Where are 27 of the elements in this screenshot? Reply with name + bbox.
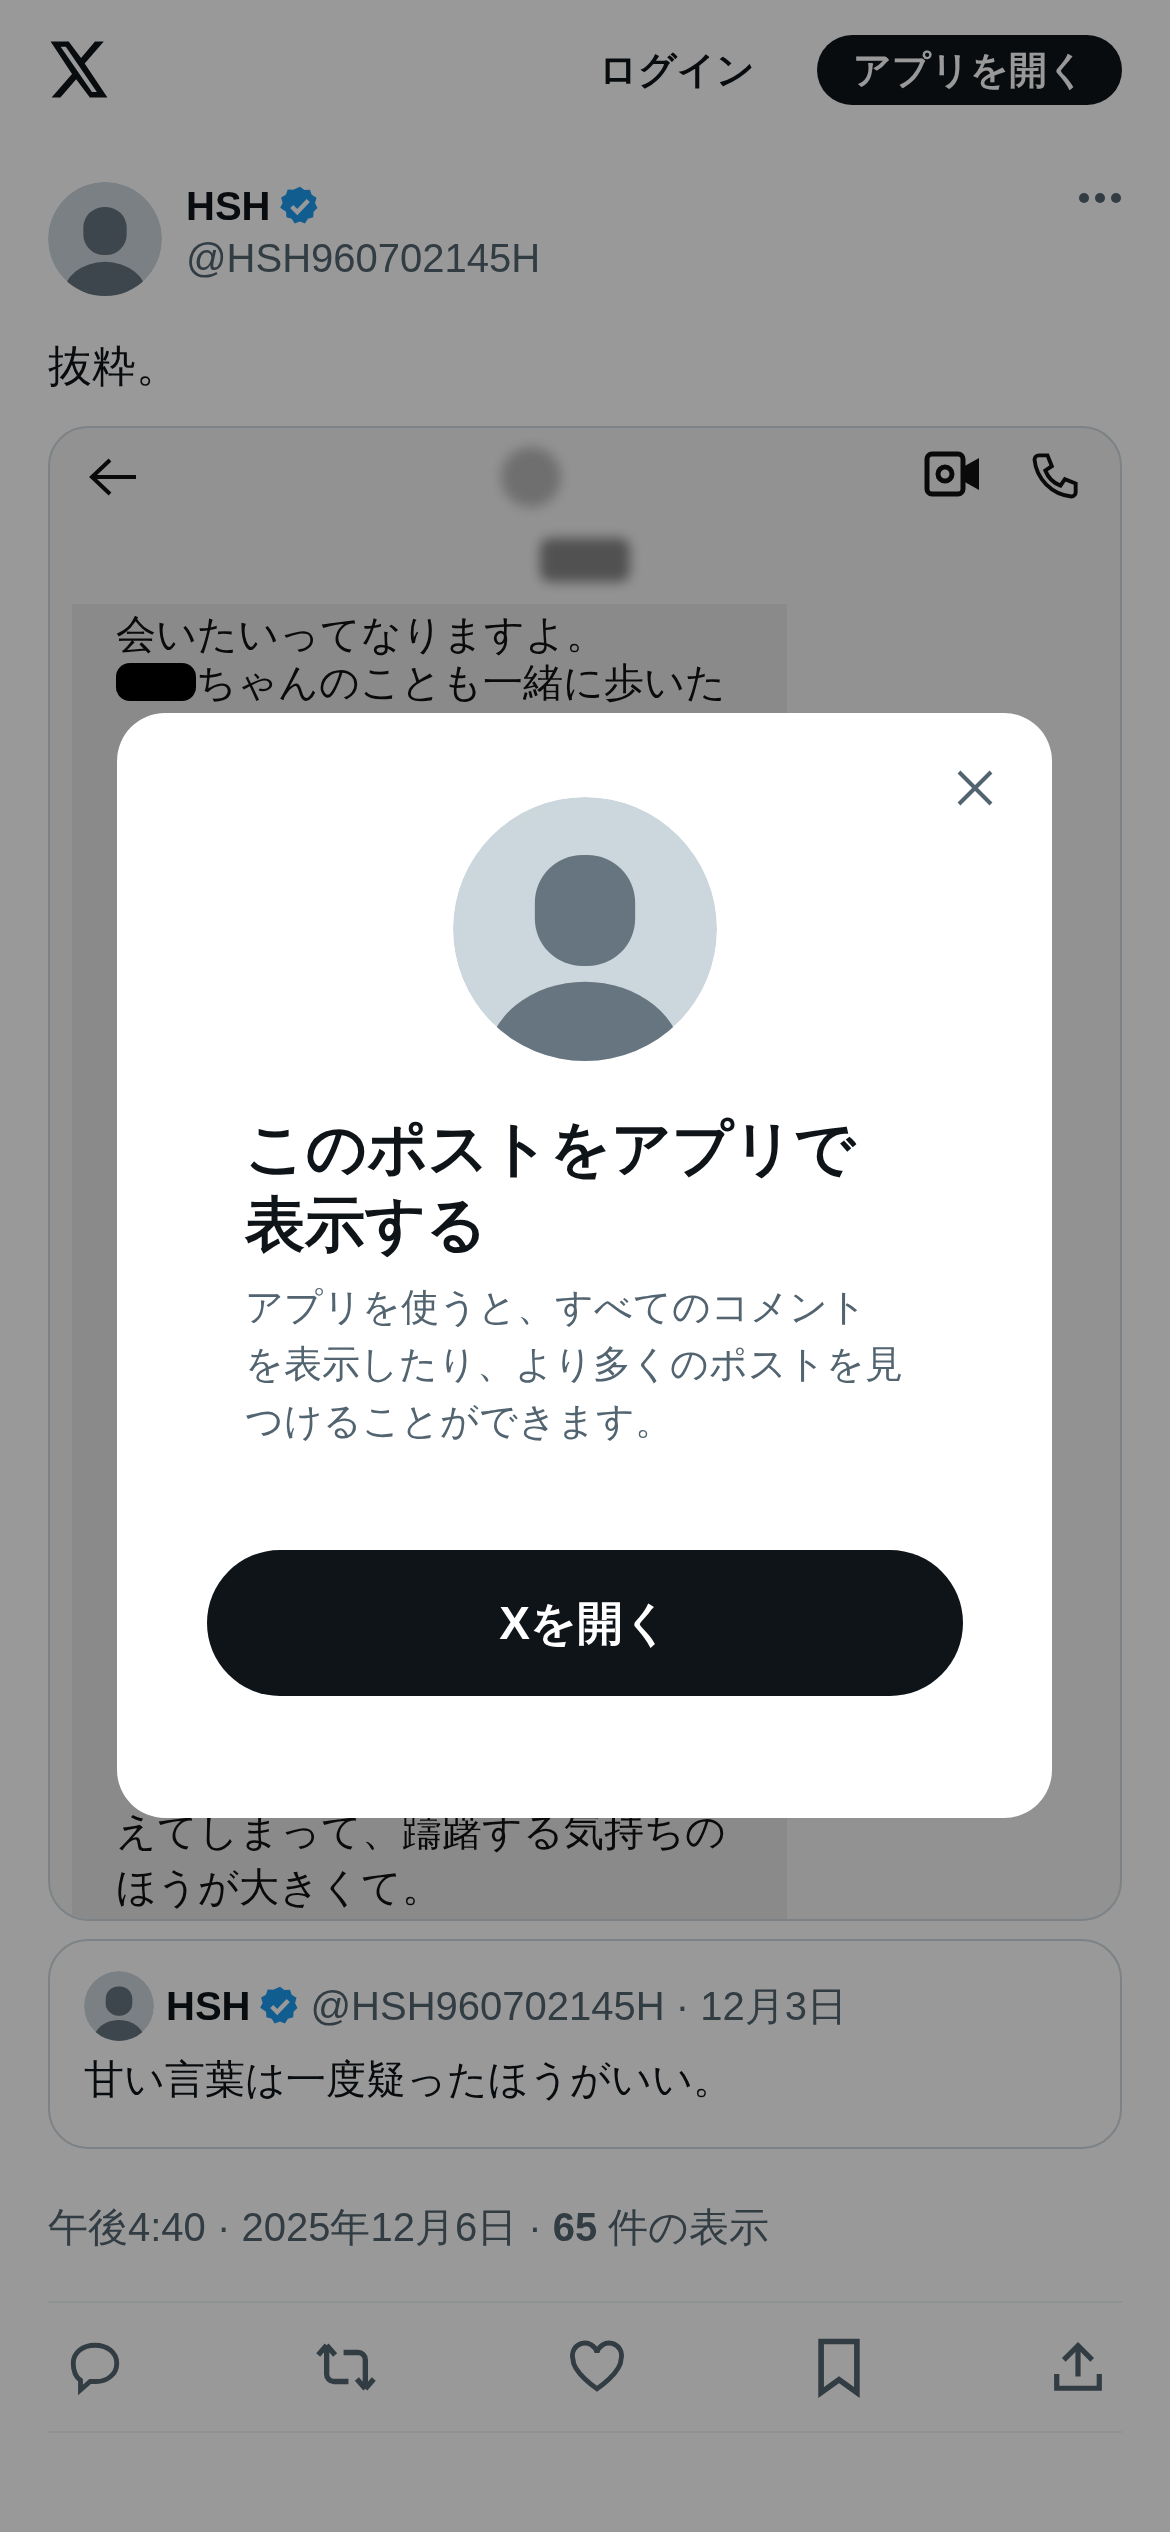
chat-message-line: ちゃんのことも一緒に歩いた — [196, 659, 726, 706]
bookmark-icon[interactable] — [816, 2336, 862, 2398]
chat-message-line: 会いたいってなりますよ。 — [116, 611, 606, 658]
author-handle: @HSH960702145H — [186, 235, 541, 282]
avatar-icon — [452, 797, 717, 1061]
login-link[interactable]: ログイン — [599, 41, 755, 99]
quoted-post-text: 甘い言葉は一度疑ったほうがいい。 — [84, 2056, 734, 2103]
close-icon[interactable] — [956, 769, 994, 807]
chat-message-line: ほうが大きくて。 — [116, 1864, 443, 1911]
open-app-button[interactable]: アプリを開く — [817, 35, 1122, 105]
avatar-icon — [48, 182, 162, 296]
author-name: HSH — [186, 183, 271, 230]
post-text: 抜粋。 — [48, 340, 181, 392]
more-options-icon[interactable] — [1078, 192, 1122, 204]
video-camera-icon — [924, 451, 982, 497]
avatar-icon — [84, 1971, 154, 2041]
back-arrow-icon — [88, 457, 138, 497]
blurred-avatar — [501, 447, 561, 507]
open-x-button[interactable]: Xを開く — [206, 1550, 963, 1696]
modal-description: アプリを使うと、すべてのコメントを表示したり、より多くのポストを見つけることができます。 — [244, 1285, 904, 1444]
quoted-author-name: HSH — [166, 1983, 251, 2030]
quoted-post-card[interactable]: HSH @HSH960702145H · 12月3日 甘い言葉は一度疑ったほうがいい。 — [48, 1939, 1122, 2149]
modal-title: このポストをアプリで表示する — [244, 1114, 857, 1260]
x-logo-icon[interactable] — [48, 41, 110, 99]
quoted-handle-date: @HSH960702145H · 12月3日 — [310, 1983, 847, 2030]
post-meta: 午後4:40 · 2025年12月6日 · 65 件の表示 — [48, 2204, 771, 2251]
like-icon[interactable] — [568, 2340, 626, 2394]
